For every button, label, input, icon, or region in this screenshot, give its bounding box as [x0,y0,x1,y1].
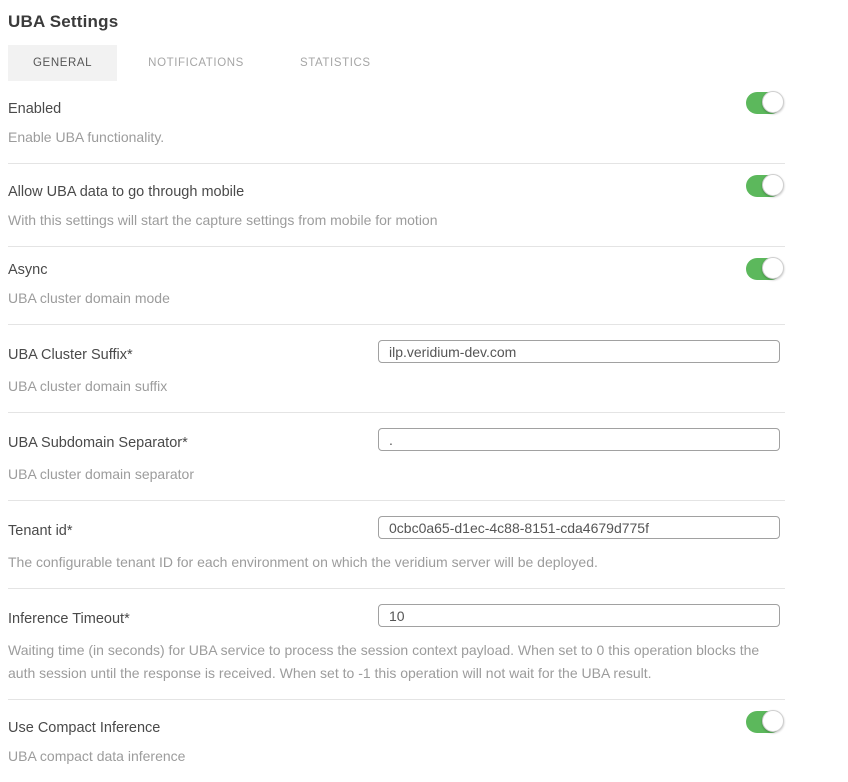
subdomain-separator-input[interactable] [378,428,780,451]
setting-title: Async [8,260,785,281]
toggle-knob [762,710,784,732]
tab-statistics[interactable]: STATISTICS [275,45,396,81]
tab-notifications[interactable]: NOTIFICATIONS [123,45,269,81]
setting-title: Allow UBA data to go through mobile [8,182,785,203]
setting-row-tenant-id: Tenant id* The configurable tenant ID fo… [8,501,785,589]
setting-title: Use Compact Inference [8,718,785,739]
setting-row-subdomain-separator: UBA Subdomain Separator* UBA cluster dom… [8,413,785,501]
setting-row-cluster-suffix: UBA Cluster Suffix* UBA cluster domain s… [8,325,785,413]
setting-title: Enabled [8,99,785,120]
setting-row-allow-mobile: Allow UBA data to go through mobile With… [8,164,785,247]
toggle-knob [762,174,784,196]
setting-description: UBA compact data inference [8,745,785,768]
page-title: UBA Settings [8,0,785,45]
cluster-suffix-input[interactable] [378,340,780,363]
tab-bar: GENERAL NOTIFICATIONS STATISTICS [8,45,785,81]
toggle-knob [762,91,784,113]
inference-timeout-input[interactable] [378,604,780,627]
toggle-knob [762,257,784,279]
setting-description: UBA cluster domain suffix [8,375,785,398]
setting-description: UBA cluster domain separator [8,463,785,486]
setting-description: With this settings will start the captur… [8,209,785,232]
tenant-id-input[interactable] [378,516,780,539]
setting-description: The configurable tenant ID for each envi… [8,551,785,574]
setting-row-inference-timeout: Inference Timeout* Waiting time (in seco… [8,589,785,700]
toggle-enabled[interactable] [746,92,782,114]
setting-description: Enable UBA functionality. [8,126,785,149]
setting-row-use-compact-inference: Use Compact Inference UBA compact data i… [8,700,785,782]
toggle-use-compact-inference[interactable] [746,711,782,733]
setting-row-async: Async UBA cluster domain mode [8,247,785,325]
setting-description: UBA cluster domain mode [8,287,785,310]
uba-settings-page: UBA Settings GENERAL NOTIFICATIONS STATI… [8,0,785,782]
setting-description: Waiting time (in seconds) for UBA servic… [8,639,785,685]
toggle-allow-mobile[interactable] [746,175,782,197]
tab-general[interactable]: GENERAL [8,45,117,81]
setting-row-enabled: Enabled Enable UBA functionality. [8,81,785,164]
toggle-async[interactable] [746,258,782,280]
